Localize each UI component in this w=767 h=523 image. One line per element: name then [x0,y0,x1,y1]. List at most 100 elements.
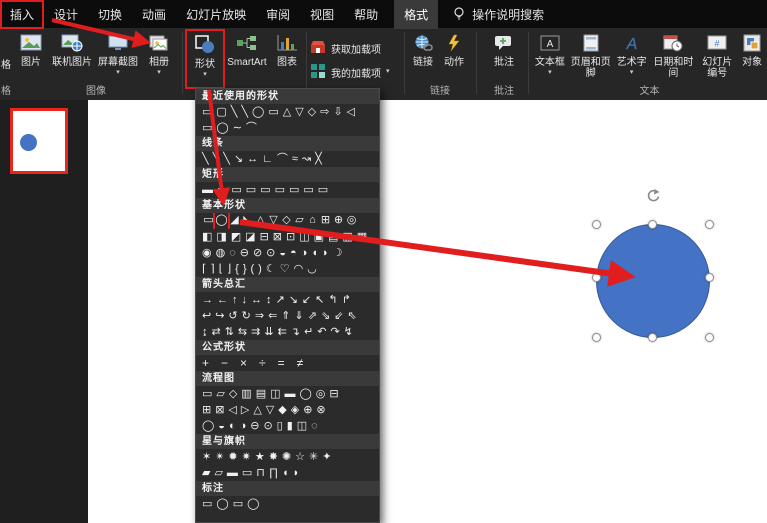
comment-button[interactable]: 批注 [482,30,526,86]
date-time-button[interactable]: 日期和时间 [650,30,698,86]
textbox-button[interactable]: A 文本框 ▾ [532,30,568,86]
selection-handle-w[interactable] [592,273,601,282]
get-addins-button[interactable]: 获取加载项 [310,36,402,60]
shape-row[interactable]: ◯◒◐◑⊖⊙▯▮◫◌ [196,418,379,434]
tab-view[interactable]: 视图 [300,0,344,29]
shape-ellipse[interactable]: ◯ [213,213,230,229]
shape-row[interactable]: ▭▢╲╲◯▭△▽◇⇨⇩◁ [196,104,379,120]
text-group-label: 文本 [639,86,660,97]
chart-button[interactable]: 图表 [270,30,304,86]
shape-item[interactable]: △ [254,213,267,229]
shape-row[interactable]: ▬▭▭▭▭▭▭▭▭ [196,182,379,198]
shape-item[interactable]: ⊞ [319,213,332,229]
store-icon [310,40,326,57]
picture-button[interactable]: 图片 [12,30,50,86]
section-title-lines: 线条 [196,136,379,151]
shape-row[interactable]: →←↑↓↔↕↗↘↙↖↰↱ [196,292,379,308]
object-icon [743,34,761,55]
screenshot-icon [107,34,129,55]
slide-thumbnail[interactable] [10,108,68,174]
shape-item[interactable]: ◎ [345,213,358,229]
object-button[interactable]: 对象 [737,30,767,86]
svg-text:A: A [547,39,554,50]
selection-handle-sw[interactable] [592,333,601,342]
online-pictures-button[interactable]: 联机图片 [50,30,94,86]
shape-row[interactable]: ⌈⌉⌊⌋{}()☾♡◠◡ [196,261,379,277]
selection-handle-nw[interactable] [592,220,601,229]
links-group: 链接 动作 链接 [408,30,472,98]
selection-handle-n[interactable] [648,220,657,229]
my-addins-button[interactable]: 我的加载项 ▾ [310,60,402,84]
chevron-down-icon: ▾ [548,69,552,76]
shape-row[interactable]: ▭▱◇▥▤◫▬◯◎⊟ [196,386,379,402]
shape-item[interactable]: ◇ [280,213,293,229]
table-group-partial: 格 格 [0,30,11,98]
shape-item[interactable]: ◢ [228,213,241,229]
slide-thumbnail-panel [0,100,88,523]
shapes-icon [194,34,216,57]
shape-item[interactable]: ⌂ [306,213,319,229]
action-button[interactable]: 动作 [438,30,470,86]
shape-item[interactable]: ▭ [202,213,215,229]
section-title-stars: 星与旗帜 [196,434,379,449]
rotate-handle-icon[interactable] [645,188,661,204]
textbox-icon: A [540,34,560,55]
link-button[interactable]: 链接 [408,30,438,86]
shape-row[interactable]: ✶✴✹✷★✸✺☆✳✦ [196,449,379,465]
shape-row[interactable]: ╲╲╲↘↔∟⌒≈↝╳ [196,151,379,167]
tab-help[interactable]: 帮助 [344,0,388,29]
chevron-down-icon: ▾ [157,69,161,76]
tab-animations[interactable]: 动画 [132,0,176,29]
shapes-dropdown: 最近使用的形状 ▭▢╲╲◯▭△▽◇⇨⇩◁ ▭◯∼⌒ 线条 ╲╲╲↘↔∟⌒≈↝╳ … [195,88,380,523]
tab-slideshow[interactable]: 幻灯片放映 [176,0,256,29]
tab-transitions[interactable]: 切换 [88,0,132,29]
selection-handle-ne[interactable] [705,220,714,229]
tab-format[interactable]: 格式 [394,0,439,29]
section-title-rectangles: 矩形 [196,167,379,182]
svg-text:A: A [625,36,637,52]
tab-design[interactable]: 设计 [44,0,88,29]
table-button-partial[interactable]: 格 [1,56,11,71]
shape-row[interactable]: ▭◯∼⌒ [196,120,379,136]
wordart-button[interactable]: A 艺术字 ▾ [614,30,650,86]
smartart-button[interactable]: SmartArt [224,30,270,86]
slide-number-icon: # [707,34,727,55]
selection-handle-e[interactable] [705,273,714,282]
slide-number-button[interactable]: # 幻灯片编号 [697,30,737,86]
tab-review[interactable]: 审阅 [256,0,300,29]
ribbon: 格 格 图片 联机图片 屏幕截图 ▾ 相册 ▾ 图像 形状 ▾ SmartArt… [0,28,767,100]
shape-row[interactable]: ↩↪↺↻⇒⇐⇑⇓⇗⇘⇙⇖ [196,308,379,324]
grid-icon [310,63,326,81]
shape-item[interactable]: ▽ [267,213,280,229]
shape-row-basic-1: ▭ ◯ ◢ ◣ △ ▽ ◇ ▱ ⌂ ⊞ ⊕ ◎ [196,213,379,229]
tell-me-icon [452,6,466,23]
shape-row[interactable]: ▭◯▭◯ [196,496,379,512]
photo-album-button[interactable]: 相册 ▾ [142,30,176,86]
selection-handle-s[interactable] [648,333,657,342]
header-footer-icon [582,34,600,55]
date-time-icon [663,34,683,55]
selection-handle-se[interactable] [705,333,714,342]
shape-row[interactable]: ↨⇄⇅⇆⇉⇊⇇↴↵↶↷↯ [196,324,379,340]
tell-me-search[interactable]: 操作说明搜索 [452,6,544,23]
thumbnail-ellipse-shape [20,134,37,151]
table-group-label-partial: 格 [1,86,11,97]
powerpoint-window: 插入 设计 切换 动画 幻灯片放映 审阅 视图 帮助 格式 操作说明搜索 格 格… [0,0,767,523]
shape-row[interactable]: ◉◍◌⊖⊘⊙◒◓◑◖◗☽ [196,245,379,261]
chevron-down-icon: ▾ [116,69,120,76]
header-footer-button[interactable]: 页眉和页脚 [568,30,614,86]
shape-row[interactable]: ◧◨◩◪⊟⊠⊡◫▣▤▥▦ [196,229,379,245]
shape-row[interactable]: ▰▱▬▭⊓∏◖◗ [196,465,379,481]
shape-row[interactable]: +−×÷=≠ [196,355,379,371]
shapes-button[interactable]: 形状 ▾ [185,29,225,89]
text-group: A 文本框 ▾ 页眉和页脚 A 艺术字 ▾ 日期和时间 # 幻灯片编号 对象 文… [532,30,767,98]
shape-row[interactable]: ⊞⊠◁▷△▽◆◈⊕⊗ [196,402,379,418]
wordart-icon: A [622,34,642,55]
smartart-icon [236,34,258,55]
shape-item[interactable]: ⊕ [332,213,345,229]
shape-item[interactable]: ▱ [293,213,306,229]
shape-item[interactable]: ◣ [241,213,254,229]
tab-insert[interactable]: 插入 [0,0,45,29]
screenshot-button[interactable]: 屏幕截图 ▾ [94,30,142,86]
selected-ellipse-shape[interactable] [596,224,710,338]
